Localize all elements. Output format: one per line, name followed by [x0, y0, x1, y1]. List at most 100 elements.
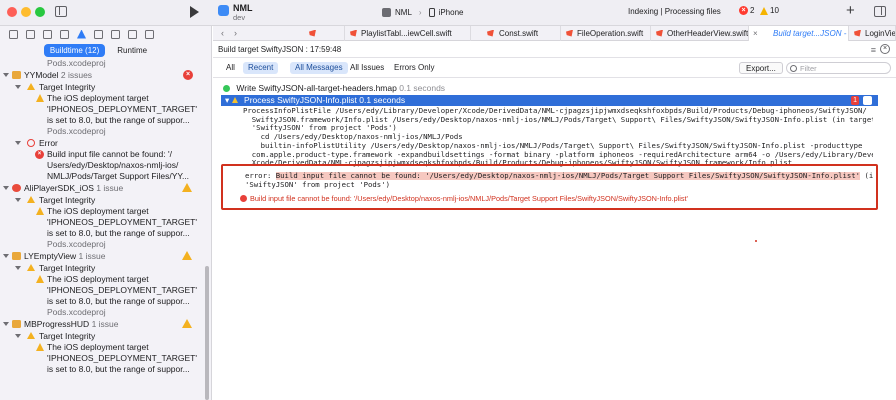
chevron-right-icon[interactable]: ›: [234, 28, 237, 38]
minimize-window-button[interactable]: [21, 7, 31, 17]
chevron-down-icon[interactable]: [3, 73, 9, 77]
chevron-down-icon[interactable]: [15, 198, 21, 202]
log-step-label: Process SwiftyJSON-Info.plist: [244, 95, 357, 105]
add-library-icon[interactable]: +: [846, 2, 855, 19]
list-item[interactable]: The iOS deployment target 'IPHONEOS_DEPL…: [0, 93, 211, 137]
chevron-left-icon[interactable]: ‹: [221, 28, 224, 38]
close-tab-icon[interactable]: ×: [753, 26, 758, 41]
error-highlight-box: error: Build input file cannot be found:…: [221, 164, 878, 210]
warning-count-badge[interactable]: 10: [760, 6, 779, 15]
list-item[interactable]: Error: [0, 137, 211, 149]
test-icon[interactable]: [94, 29, 103, 39]
iphone-icon: [428, 8, 435, 17]
error-icon: [240, 195, 247, 202]
navigator-scrollbar[interactable]: [205, 266, 209, 400]
issue-navigator-icon[interactable]: [77, 29, 86, 39]
filter-all-messages-button[interactable]: All Messages: [290, 62, 348, 74]
chevron-down-icon[interactable]: [15, 266, 21, 270]
list-item[interactable]: MBProgressHUD 1 issue: [0, 318, 211, 330]
chevron-down-icon[interactable]: ▾: [225, 95, 229, 105]
warning-icon: [36, 207, 44, 215]
chevron-down-icon[interactable]: [15, 334, 21, 338]
filter-all-issues-button[interactable]: All Issues: [345, 62, 389, 74]
warning-icon: [182, 251, 192, 260]
run-button[interactable]: [190, 6, 199, 18]
scheme-selector[interactable]: NML › iPhone: [382, 6, 463, 19]
editor-tab-active[interactable]: × Build target...JSON - Log: [749, 25, 849, 41]
list-item[interactable]: Target Integrity: [0, 81, 211, 93]
navigator-selector-bar: [0, 27, 211, 41]
close-icon[interactable]: ×: [880, 44, 890, 54]
close-window-button[interactable]: [7, 7, 17, 17]
error-summary-row[interactable]: Build input file cannot be found: '/User…: [240, 194, 688, 203]
error-transcript: error: Build input file cannot be found:…: [245, 172, 873, 189]
chevron-down-icon[interactable]: [3, 322, 9, 326]
category-name: Target Integrity: [39, 195, 96, 205]
list-item[interactable]: The iOS deployment target 'IPHONEOS_DEPL…: [0, 206, 211, 250]
list-item[interactable]: Target Integrity: [0, 262, 211, 274]
list-item[interactable]: The iOS deployment target 'IPHONEOS_DEPL…: [0, 274, 211, 318]
issue-message-line: 'IPHONEOS_DEPLOYMENT_TARGET': [47, 217, 197, 227]
project-name: YYModel: [24, 70, 59, 80]
editor-tab[interactable]: [249, 25, 345, 41]
cursor-dot: [755, 240, 757, 242]
chevron-down-icon[interactable]: [15, 141, 21, 145]
filter-recent-button[interactable]: Recent: [243, 62, 279, 74]
warning-icon: [760, 6, 768, 15]
build-log: Write SwiftyJSON-all-target-headers.hmap…: [213, 79, 896, 400]
error-icon: [27, 139, 35, 147]
warning-icon: [27, 264, 35, 271]
list-item[interactable]: AliPlayerSDK_iOS 1 issue: [0, 182, 211, 194]
folder-icon[interactable]: [9, 29, 18, 39]
project-name: LYEmptyView: [24, 251, 77, 261]
filter-all-button[interactable]: All: [221, 62, 240, 74]
destination-name: iPhone: [438, 8, 464, 17]
list-item[interactable]: Target Integrity: [0, 194, 211, 206]
chevron-down-icon[interactable]: [3, 186, 9, 190]
chevron-down-icon[interactable]: [3, 254, 9, 258]
breakpoint-icon[interactable]: [128, 29, 137, 39]
breadcrumb-label[interactable]: Build target SwiftyJSON : 17:59:48: [218, 45, 341, 54]
export-button[interactable]: Export...: [739, 62, 783, 74]
expand-transcript-icon[interactable]: [863, 96, 872, 105]
tab-runtime[interactable]: Runtime: [111, 44, 153, 57]
log-step-selected[interactable]: ▾ Process SwiftyJSON-Info.plist 0.1 seco…: [221, 95, 878, 106]
zoom-window-button[interactable]: [35, 7, 45, 17]
log-step[interactable]: Write SwiftyJSON-all-target-headers.hmap…: [223, 82, 445, 94]
issue-message-line: The iOS deployment target: [47, 206, 149, 216]
editor-tab-label: FileOperation.swift: [577, 28, 644, 38]
list-item[interactable]: Target Integrity: [0, 330, 211, 342]
project-icon: [12, 71, 21, 79]
chevron-down-icon[interactable]: [15, 85, 21, 89]
filter-field[interactable]: [786, 62, 891, 74]
list-item[interactable]: × Build input file cannot be found: '/ Us…: [0, 149, 211, 182]
filter-icon: [790, 64, 797, 72]
issue-message-line: NMLJ/Pods/Target Support Files/YY...: [47, 171, 190, 181]
source-control-icon[interactable]: [26, 29, 35, 39]
filter-errors-only-button[interactable]: Errors Only: [389, 62, 439, 74]
report-icon[interactable]: [145, 29, 154, 39]
find-icon[interactable]: [60, 29, 69, 39]
editor-tab[interactable]: Const.swift: [471, 25, 561, 41]
editor-options-icon[interactable]: ≡: [871, 45, 876, 55]
inspector-toggle-icon[interactable]: [874, 6, 886, 17]
editor-tab[interactable]: OtherHeaderView.swift: [651, 25, 749, 41]
error-count-badge[interactable]: × 2: [739, 6, 754, 15]
sidebar-toggle-icon[interactable]: [55, 6, 67, 17]
filter-input[interactable]: [800, 63, 888, 73]
log-step-time: 0.1 seconds: [359, 95, 406, 105]
symbol-icon[interactable]: [43, 29, 52, 39]
editor-nav-controls: ‹ ›: [213, 28, 249, 38]
editor-tab[interactable]: FileOperation.swift: [561, 25, 651, 41]
list-item[interactable]: YYModel 2 issues ×: [0, 69, 211, 81]
warning-icon: [36, 343, 44, 351]
debug-icon[interactable]: [111, 29, 120, 39]
project-icon: [12, 320, 21, 328]
breadcrumb: Build target SwiftyJSON : 17:59:48 ≡ ×: [213, 42, 896, 58]
tab-buildtime[interactable]: Buildtime (12): [43, 43, 106, 57]
editor-tab[interactable]: PlaylistTabl...iewCell.swift: [345, 25, 471, 41]
list-item[interactable]: The iOS deployment target 'IPHONEOS_DEPL…: [0, 342, 211, 375]
list-item[interactable]: LYEmptyView 1 issue: [0, 250, 211, 262]
editor-tab[interactable]: LoginView: [849, 25, 896, 41]
warning-icon: [231, 97, 238, 103]
